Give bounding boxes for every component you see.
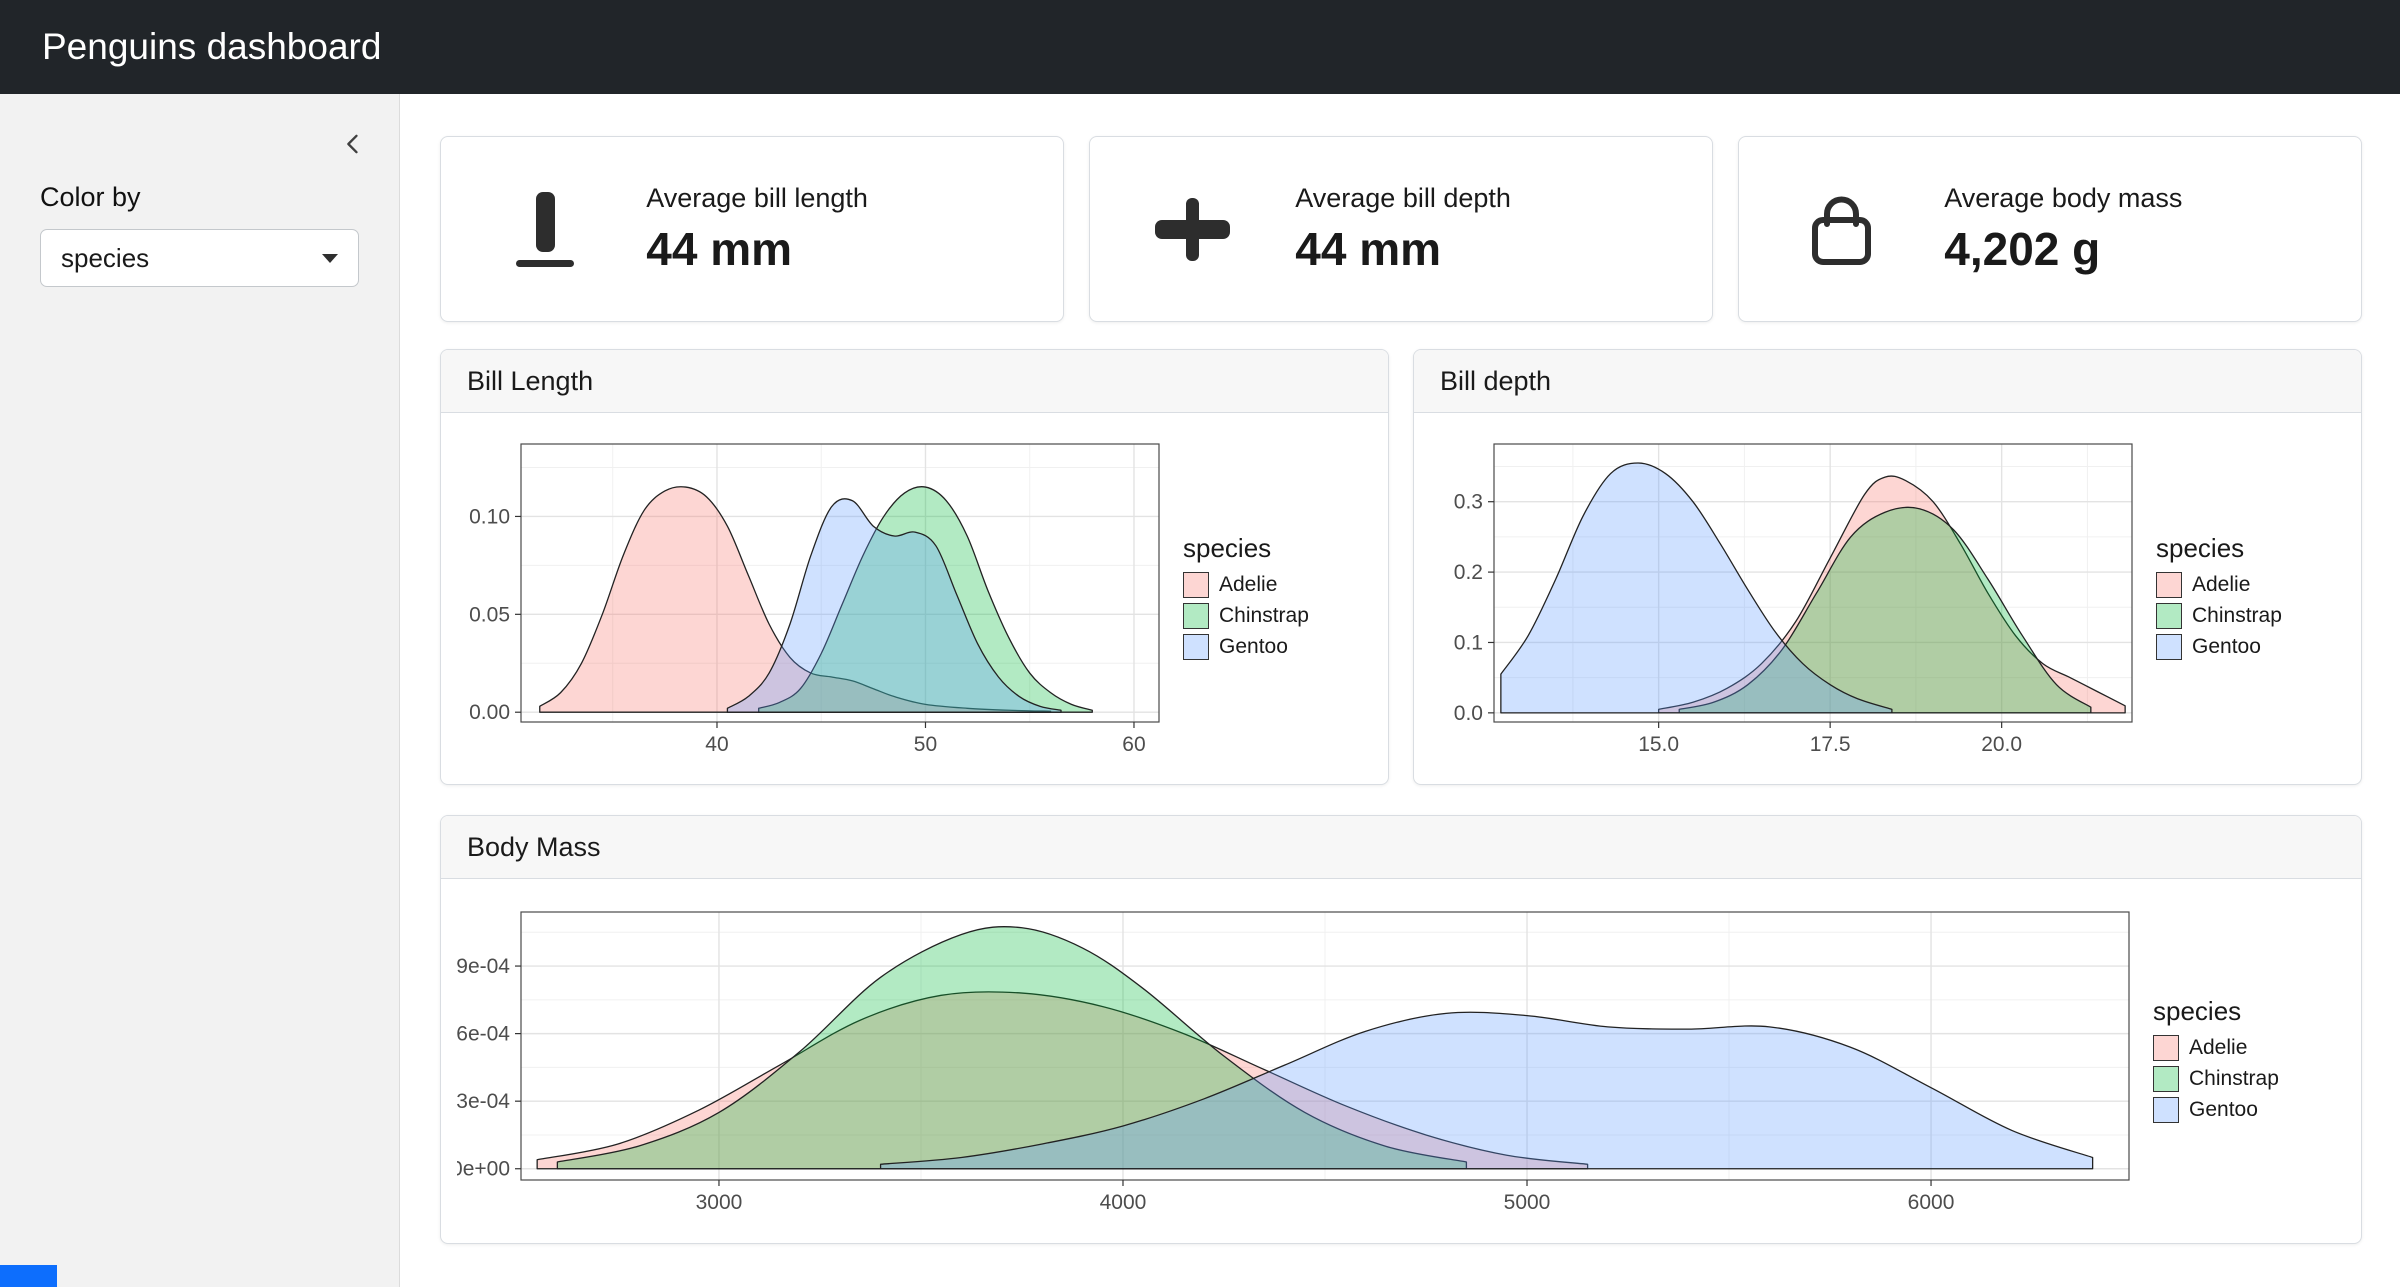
legend-label: Chinstrap: [2192, 604, 2282, 628]
value-box-text: Average bill length 44 mm: [646, 183, 868, 276]
legend-key-swatch: [2156, 634, 2182, 660]
body-mass-legend: species Adelie Chinstrap Gentoo: [2153, 996, 2279, 1128]
card-body: 40 50 60 0.00 0.05 0.10 species Adelie Chinstra…: [441, 413, 1388, 785]
legend-key-swatch: [1183, 634, 1209, 660]
legend-label: Gentoo: [1219, 635, 1288, 659]
legend-key-swatch: [2153, 1035, 2179, 1061]
svg-text:40: 40: [705, 733, 728, 756]
navbar: Penguins dashboard: [0, 0, 2400, 94]
card-header: Bill depth: [1414, 350, 2361, 413]
value-box-row: Average bill length 44 mm Average bill d…: [440, 136, 2362, 322]
app-title: Penguins dashboard: [42, 26, 381, 68]
svg-text:9e-04: 9e-04: [457, 955, 510, 978]
svg-text:5000: 5000: [1504, 1191, 1551, 1214]
legend-label: Adelie: [2192, 573, 2250, 597]
legend-key-swatch: [2156, 603, 2182, 629]
caliper-icon: [1090, 182, 1295, 277]
bill-depth-legend: species Adelie Chinstrap Gentoo: [2156, 533, 2282, 665]
body-mass-card: Body Mass 3000 4000 5000 6000 0e+00 3e-04 6e-0…: [440, 815, 2362, 1244]
svg-text:0.0: 0.0: [1454, 702, 1483, 725]
legend-title: species: [2156, 533, 2282, 564]
legend-item: Gentoo: [1183, 634, 1309, 660]
legend-title: species: [2153, 996, 2279, 1027]
card-body: 3000 4000 5000 6000 0e+00 3e-04 6e-04 9e-04 spe…: [441, 879, 2361, 1244]
sidebar: Color by species: [0, 94, 400, 1287]
legend-label: Chinstrap: [1219, 604, 1309, 628]
bag-icon: [1739, 182, 1944, 277]
svg-text:0.00: 0.00: [469, 701, 510, 724]
svg-text:15.0: 15.0: [1638, 733, 1679, 756]
main-content: Average bill length 44 mm Average bill d…: [400, 94, 2400, 1287]
legend-item: Gentoo: [2156, 634, 2282, 660]
svg-text:3000: 3000: [696, 1191, 743, 1214]
value-box-value: 4,202 g: [1944, 222, 2182, 276]
svg-text:60: 60: [1122, 733, 1145, 756]
caret-down-icon: [322, 254, 338, 263]
svg-text:3e-04: 3e-04: [457, 1090, 510, 1113]
legend-label: Chinstrap: [2189, 1067, 2279, 1091]
value-box-value: 44 mm: [1295, 222, 1511, 276]
svg-text:17.5: 17.5: [1810, 733, 1851, 756]
svg-text:0.10: 0.10: [469, 505, 510, 528]
legend-label: Gentoo: [2189, 1098, 2258, 1122]
svg-text:0.3: 0.3: [1454, 491, 1483, 514]
legend-key-swatch: [2156, 572, 2182, 598]
card-title: Bill Length: [467, 366, 593, 397]
svg-text:6000: 6000: [1908, 1191, 1955, 1214]
card-title: Body Mass: [467, 832, 601, 863]
value-box-title: Average bill length: [646, 183, 868, 214]
value-box-bill-depth: Average bill depth 44 mm: [1089, 136, 1713, 322]
legend-title: species: [1183, 533, 1309, 564]
svg-text:4000: 4000: [1100, 1191, 1147, 1214]
legend-item: Chinstrap: [1183, 603, 1309, 629]
bill-length-legend: species Adelie Chinstrap Gentoo: [1183, 533, 1309, 665]
color-by-label: Color by: [40, 182, 359, 213]
bill-depth-card: Bill depth 15.0 17.5 20.0 0.0 0.1 0.2 0.3 spec…: [1413, 349, 2362, 785]
legend-item: Chinstrap: [2153, 1066, 2279, 1092]
value-box-value: 44 mm: [646, 222, 868, 276]
chevron-left-icon: [339, 130, 367, 158]
svg-text:20.0: 20.0: [1981, 733, 2022, 756]
value-box-title: Average bill depth: [1295, 183, 1511, 214]
color-by-select[interactable]: species: [40, 229, 359, 287]
card-header: Body Mass: [441, 816, 2361, 879]
card-title: Bill depth: [1440, 366, 1551, 397]
svg-text:0.05: 0.05: [469, 603, 510, 626]
layout: Color by species Average bill length 44 …: [0, 94, 2400, 1287]
legend-label: Adelie: [1219, 573, 1277, 597]
card-header: Bill Length: [441, 350, 1388, 413]
busy-indicator: [0, 1265, 57, 1287]
legend-label: Gentoo: [2192, 635, 2261, 659]
legend-label: Adelie: [2189, 1036, 2247, 1060]
value-box-text: Average body mass 4,202 g: [1944, 183, 2182, 276]
ruler-icon: [441, 182, 646, 277]
legend-key-swatch: [2153, 1097, 2179, 1123]
bill-depth-plot: 15.0 17.5 20.0 0.0 0.1 0.2 0.3: [1430, 434, 2140, 764]
charts-row: Bill Length 40 50 60 0.00 0.05 0.10 species Ad…: [440, 349, 2362, 785]
svg-text:0.2: 0.2: [1454, 561, 1483, 584]
value-box-title: Average body mass: [1944, 183, 2182, 214]
bill-length-plot: 40 50 60 0.00 0.05 0.10: [457, 434, 1167, 764]
legend-key-swatch: [2153, 1066, 2179, 1092]
legend-item: Gentoo: [2153, 1097, 2279, 1123]
legend-key-swatch: [1183, 603, 1209, 629]
legend-key-swatch: [1183, 572, 1209, 598]
value-box-bill-length: Average bill length 44 mm: [440, 136, 1064, 322]
select-value: species: [61, 243, 149, 274]
value-box-text: Average bill depth 44 mm: [1295, 183, 1511, 276]
value-box-body-mass: Average body mass 4,202 g: [1738, 136, 2362, 322]
legend-item: Chinstrap: [2156, 603, 2282, 629]
svg-text:0.1: 0.1: [1454, 631, 1483, 654]
svg-text:0e+00: 0e+00: [457, 1157, 510, 1180]
bill-length-card: Bill Length 40 50 60 0.00 0.05 0.10 species Ad…: [440, 349, 1389, 785]
svg-text:6e-04: 6e-04: [457, 1022, 510, 1045]
legend-item: Adelie: [2153, 1035, 2279, 1061]
body-mass-plot: 3000 4000 5000 6000 0e+00 3e-04 6e-04 9e-04: [457, 902, 2137, 1222]
legend-item: Adelie: [1183, 572, 1309, 598]
svg-text:50: 50: [914, 733, 937, 756]
sidebar-collapse-button[interactable]: [335, 126, 371, 165]
legend-item: Adelie: [2156, 572, 2282, 598]
card-body: 15.0 17.5 20.0 0.0 0.1 0.2 0.3 species Adelie Ch…: [1414, 413, 2361, 785]
